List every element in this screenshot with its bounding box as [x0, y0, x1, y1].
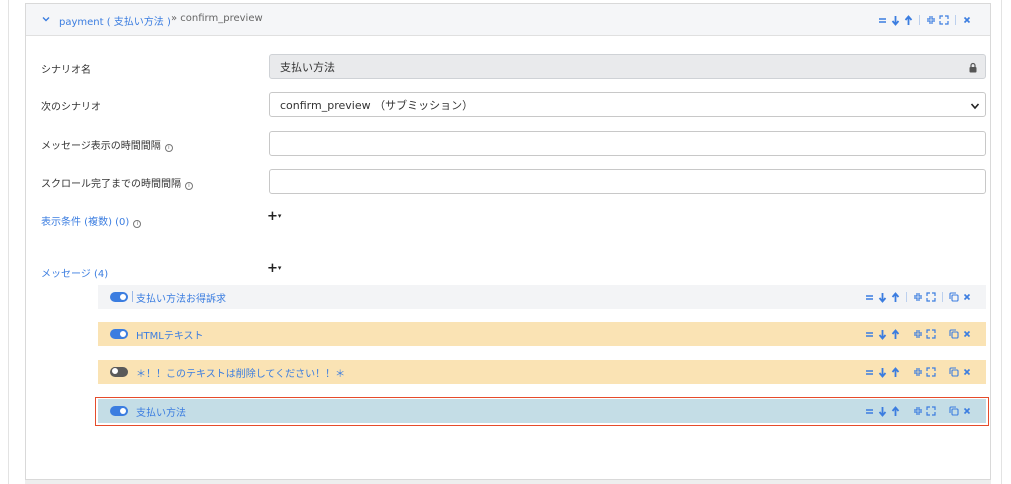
message-title[interactable]: 支払い方法お得訴求 [136, 290, 226, 305]
divider [132, 291, 133, 302]
close-icon[interactable] [962, 366, 972, 378]
next-scenario-label: 次のシナリオ [41, 102, 101, 113]
message-row[interactable]: ＊！！このテキストは削除してください！！＊ [98, 360, 986, 384]
header-toolbar [877, 14, 972, 26]
toolbar-divider [955, 15, 956, 25]
close-icon[interactable] [962, 328, 972, 340]
toolbar-divider [906, 367, 907, 377]
scroll-interval-input[interactable] [269, 169, 986, 194]
add-message-button[interactable]: +▾ [267, 261, 281, 276]
close-icon[interactable] [962, 14, 972, 26]
lock-icon [969, 62, 977, 73]
message-title[interactable]: HTMLテキスト [136, 327, 204, 342]
arrow-down-icon[interactable] [877, 328, 887, 340]
copy-icon[interactable] [949, 291, 959, 303]
add-icon: + [267, 261, 278, 276]
panel-header[interactable]: payment ( 支払い方法 ) » confirm_preview [26, 4, 990, 36]
message-interval-label: メッセージ表示の時間間隔 i [41, 137, 173, 152]
toolbar-divider [942, 292, 943, 302]
next-panel-edge [25, 479, 991, 484]
expand-icon[interactable] [926, 328, 936, 340]
toolbar-divider [906, 329, 907, 339]
collapse-icon[interactable] [926, 14, 936, 26]
next-scenario-value: confirm_preview （サブミッション） [280, 98, 474, 112]
close-icon[interactable] [962, 291, 972, 303]
toolbar-divider [942, 329, 943, 339]
chevron-down-icon: ▾ [277, 264, 282, 272]
expand-icon[interactable] [939, 14, 949, 26]
arrow-down-icon[interactable] [877, 291, 887, 303]
scenario-panel: payment ( 支払い方法 ) » confirm_preview シナリオ… [25, 3, 991, 480]
toggle-icon[interactable] [110, 367, 128, 377]
message-row[interactable]: 支払い方法お得訴求 [98, 285, 986, 309]
arrow-up-icon[interactable] [890, 328, 900, 340]
arrow-down-icon[interactable] [877, 366, 887, 378]
message-toolbar [864, 366, 972, 378]
toolbar-divider [906, 292, 907, 302]
info-icon[interactable]: i [185, 182, 193, 190]
collapse-icon[interactable] [913, 328, 923, 340]
message-row[interactable]: HTMLテキスト [98, 322, 986, 346]
arrow-down-icon[interactable] [890, 14, 900, 26]
scenario-name-label: シナリオ名 [41, 65, 91, 76]
toolbar-divider [942, 367, 943, 377]
copy-icon[interactable] [949, 328, 959, 340]
scenario-name-field: 支払い方法 [269, 54, 986, 79]
next-scenario-select[interactable]: confirm_preview （サブミッション） [269, 92, 986, 117]
add-icon: + [267, 209, 278, 224]
info-icon[interactable]: i [164, 144, 173, 152]
scenario-name-value: 支払い方法 [280, 60, 335, 74]
collapse-icon[interactable] [913, 366, 923, 378]
message-toolbar [864, 291, 972, 303]
menu-icon[interactable] [877, 14, 887, 26]
chevron-down-icon: ▾ [277, 212, 282, 220]
arrow-up-icon[interactable] [890, 291, 900, 303]
menu-icon[interactable] [864, 291, 874, 303]
toggle-icon[interactable] [110, 292, 128, 302]
conditions-label[interactable]: 表示条件 (複数) (0) i [41, 213, 142, 228]
copy-icon[interactable] [949, 366, 959, 378]
scroll-interval-label: スクロール完了までの時間間隔 i [41, 175, 193, 190]
message-title[interactable]: ＊！！このテキストは削除してください！！＊ [136, 365, 345, 380]
menu-icon[interactable] [864, 366, 874, 378]
add-condition-button[interactable]: +▾ [267, 209, 281, 224]
page-border-right [1001, 0, 1002, 484]
arrow-up-icon[interactable] [890, 366, 900, 378]
expand-icon[interactable] [926, 291, 936, 303]
toggle-icon[interactable] [110, 329, 128, 339]
message-toolbar [864, 328, 972, 340]
chevron-down-icon [970, 103, 980, 110]
messages-label[interactable]: メッセージ (4) [41, 265, 108, 280]
collapse-icon[interactable] [913, 291, 923, 303]
message-interval-input[interactable] [269, 131, 986, 156]
expand-icon[interactable] [926, 366, 936, 378]
selection-outline [95, 397, 989, 426]
page-border-left [8, 0, 9, 484]
toolbar-divider [919, 15, 920, 25]
arrow-up-icon[interactable] [903, 14, 913, 26]
info-icon[interactable]: i [133, 220, 142, 228]
menu-icon[interactable] [864, 328, 874, 340]
panel-subtitle: » confirm_preview [171, 13, 263, 24]
chevron-down-icon[interactable] [40, 13, 52, 25]
panel-title[interactable]: payment ( 支払い方法 ) [59, 13, 171, 28]
